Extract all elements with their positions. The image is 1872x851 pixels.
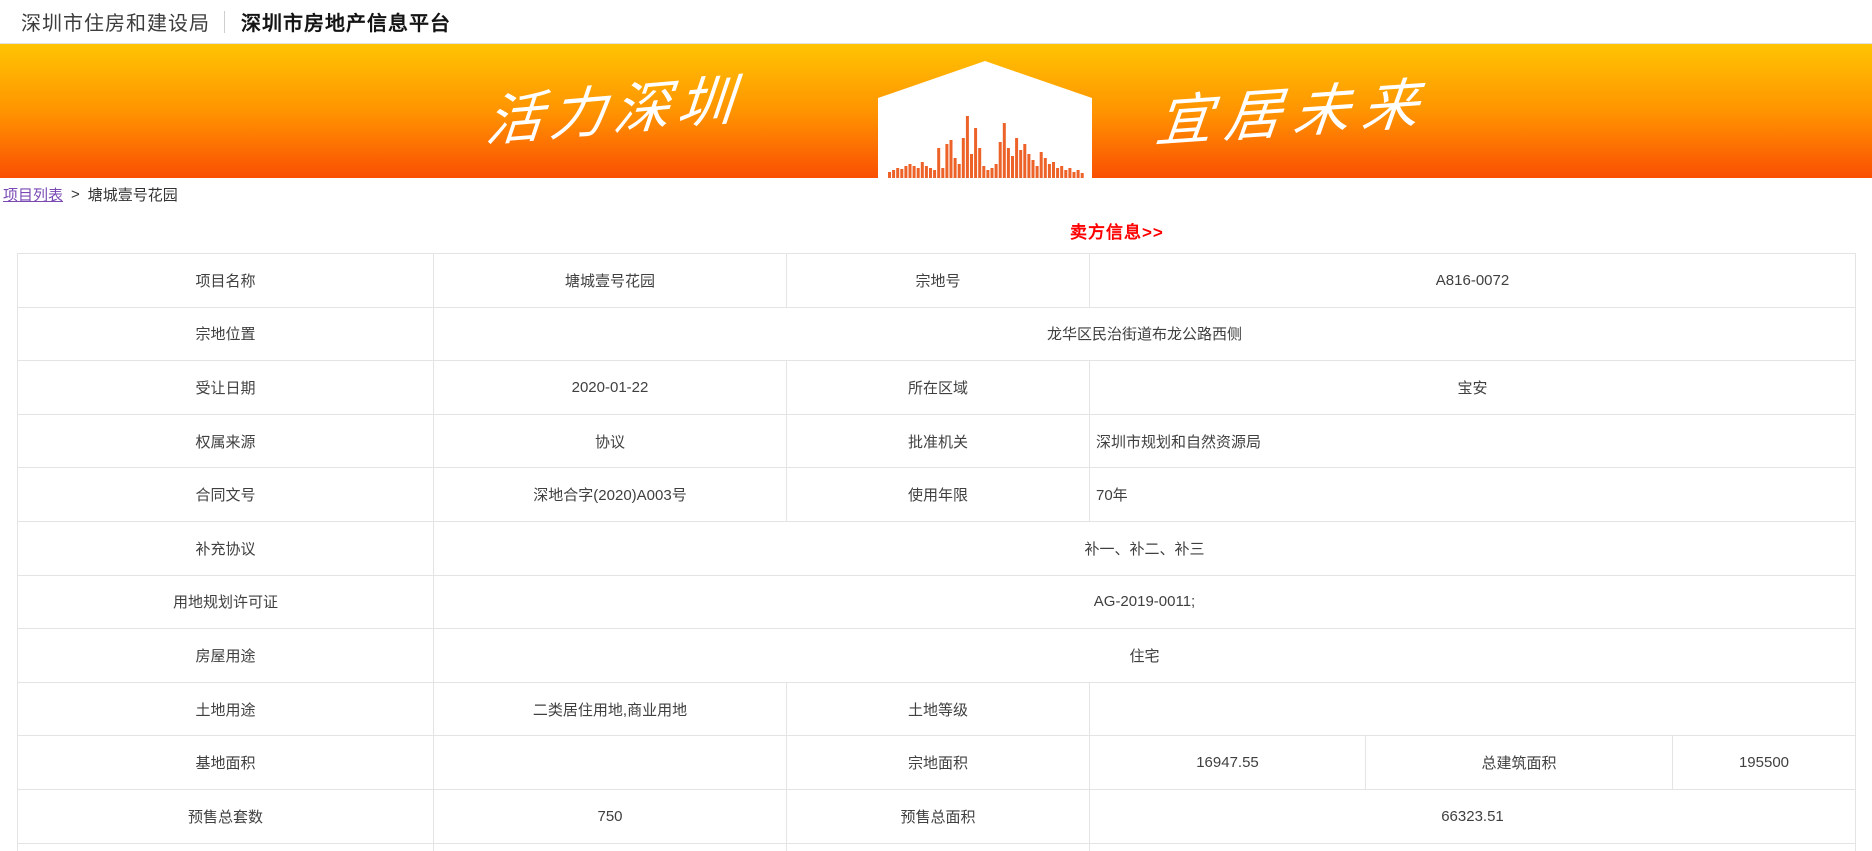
promo-banner: 活力深圳 宜居未来 <box>0 44 1872 178</box>
table-row: 预售总套数750预售总面积66323.51 <box>18 789 1856 843</box>
field-label-cell: 土地等级 <box>787 682 1090 736</box>
field-value-cell: 深圳市规划和自然资源局 <box>1090 414 1856 468</box>
field-value-cell: 住宅 <box>434 629 1856 683</box>
field-label-cell: 基地面积 <box>18 736 434 790</box>
field-value-cell <box>434 736 787 790</box>
field-value-cell: 16947.55 <box>1090 736 1366 790</box>
field-label-cell: 权属来源 <box>18 414 434 468</box>
field-value-cell: 龙华区民治街道布龙公路西侧 <box>434 307 1856 361</box>
breadcrumb-current-project: 塘城壹号花园 <box>88 184 178 205</box>
field-label-cell: 宗地位置 <box>18 307 434 361</box>
field-value-cell: 补一、补二、补三 <box>434 521 1856 575</box>
table-row: 受让日期2020-01-22所在区域宝安 <box>18 361 1856 415</box>
field-value-cell: 协议 <box>434 414 787 468</box>
table-row: 土地用途二类居住用地,商业用地土地等级 <box>18 682 1856 736</box>
field-label-cell: 土地用途 <box>18 682 434 736</box>
table-row: 项目名称塘城壹号花园宗地号A816-0072 <box>18 254 1856 308</box>
field-value-cell <box>1090 682 1856 736</box>
field-label-cell: 房屋用途 <box>18 629 434 683</box>
table-row: 房屋用途住宅 <box>18 629 1856 683</box>
field-label-cell: 预售总面积 <box>787 789 1090 843</box>
field-label-cell <box>787 843 1090 851</box>
field-value-cell: 195500 <box>1673 736 1856 790</box>
table-row: 合同文号深地合字(2020)A003号使用年限70年 <box>18 468 1856 522</box>
field-label-cell <box>18 843 434 851</box>
field-value-cell: 二类居住用地,商业用地 <box>434 682 787 736</box>
bureau-title-link[interactable]: 深圳市住房和建设局 <box>21 7 210 36</box>
table-row: 宗地位置龙华区民治街道布龙公路西侧 <box>18 307 1856 361</box>
table-row: 权属来源协议批准机关深圳市规划和自然资源局 <box>18 414 1856 468</box>
field-label-cell: 总建筑面积 <box>1366 736 1673 790</box>
project-table: 项目名称塘城壹号花园宗地号A816-0072宗地位置龙华区民治街道布龙公路西侧受… <box>17 253 1856 851</box>
field-label-cell: 所在区域 <box>787 361 1090 415</box>
platform-title-link[interactable]: 深圳市房地产信息平台 <box>241 7 451 36</box>
field-label-cell: 使用年限 <box>787 468 1090 522</box>
banner-slogan-right: 宜居未来 <box>1152 59 1435 159</box>
table-body: 项目名称塘城壹号花园宗地号A816-0072宗地位置龙华区民治街道布龙公路西侧受… <box>18 254 1856 851</box>
field-label-cell: 宗地号 <box>787 254 1090 308</box>
breadcrumb: 项目列表 > 塘城壹号花园 <box>3 184 178 205</box>
field-value-cell <box>434 843 787 851</box>
breadcrumb-project-list-link[interactable]: 项目列表 <box>3 184 63 205</box>
field-label-cell: 宗地面积 <box>787 736 1090 790</box>
field-value-cell: 塘城壹号花园 <box>434 254 787 308</box>
field-label-cell: 批准机关 <box>787 414 1090 468</box>
field-value-cell: AG-2019-0011; <box>434 575 1856 629</box>
page: 深圳市住房和建设局 深圳市房地产信息平台 活力深圳 宜居未来 项目列表 > 塘城… <box>0 0 1872 851</box>
field-label-cell: 预售总套数 <box>18 789 434 843</box>
field-value-cell: A816-0072 <box>1090 254 1856 308</box>
field-value-cell: 2020-01-22 <box>434 361 787 415</box>
field-value-cell: 宝安 <box>1090 361 1856 415</box>
breadcrumb-separator: > <box>71 186 80 203</box>
field-value-cell: 深地合字(2020)A003号 <box>434 468 787 522</box>
header-divider <box>224 11 225 33</box>
field-label-cell: 受让日期 <box>18 361 434 415</box>
seller-info-link[interactable]: 卖方信息>> <box>1070 218 1164 243</box>
house-icon <box>878 61 1092 178</box>
table-row: 补充协议补一、补二、补三 <box>18 521 1856 575</box>
table-row <box>18 843 1856 851</box>
table-row: 用地规划许可证AG-2019-0011; <box>18 575 1856 629</box>
top-header-bar: 深圳市住房和建设局 深圳市房地产信息平台 <box>0 0 1872 44</box>
field-value-cell <box>1090 843 1856 851</box>
field-label-cell: 项目名称 <box>18 254 434 308</box>
field-value-cell: 66323.51 <box>1090 789 1856 843</box>
field-label-cell: 补充协议 <box>18 521 434 575</box>
field-value-cell: 750 <box>434 789 787 843</box>
field-label-cell: 合同文号 <box>18 468 434 522</box>
field-label-cell: 用地规划许可证 <box>18 575 434 629</box>
banner-slogan-left: 活力深圳 <box>483 55 745 158</box>
field-value-cell: 70年 <box>1090 468 1856 522</box>
table-row: 基地面积 宗地面积16947.55总建筑面积195500 <box>18 736 1856 790</box>
